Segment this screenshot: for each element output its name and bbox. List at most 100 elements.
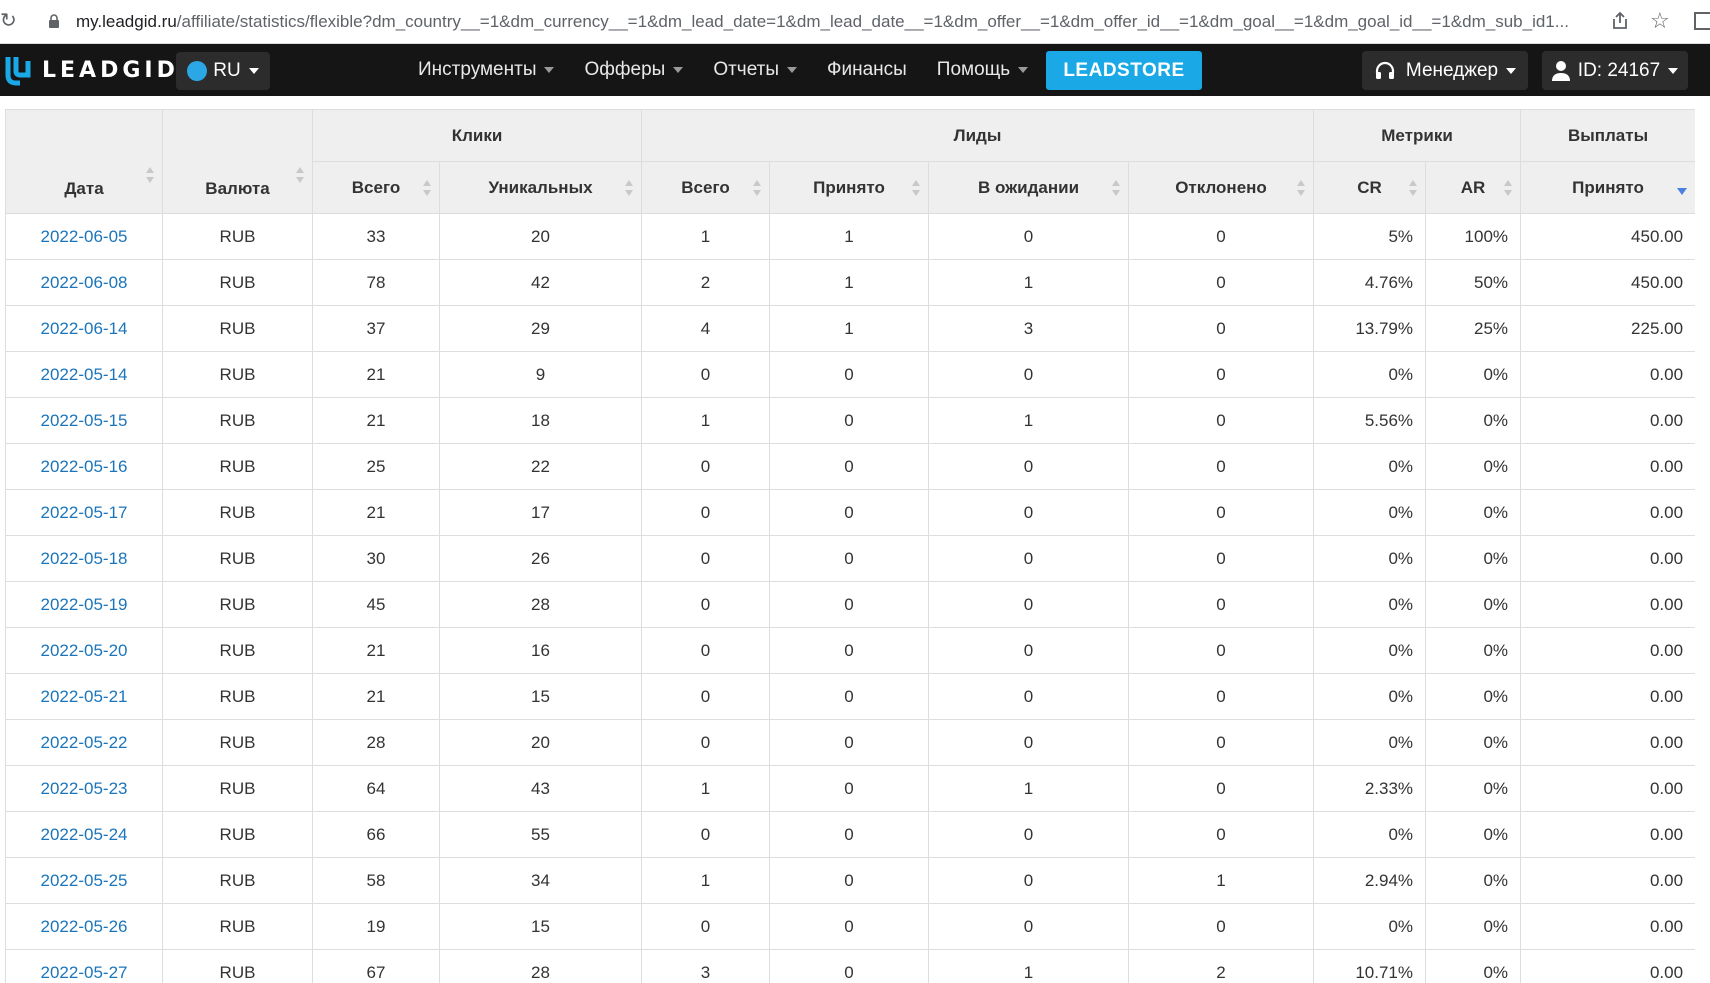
cell-leads-total: 3	[641, 949, 770, 983]
header-leads-pending[interactable]: В ожидании	[928, 161, 1129, 214]
cell-payout-accepted: 0.00	[1520, 627, 1695, 674]
cell-cr: 4.76%	[1313, 259, 1427, 306]
header-cr[interactable]: CR	[1313, 161, 1427, 214]
cell-ar: 0%	[1425, 949, 1522, 983]
menu-item-reports[interactable]: Отчеты	[713, 59, 798, 81]
chevron-down-icon	[1506, 67, 1517, 74]
cell-currency: RUB	[162, 627, 313, 674]
cell-clicks-unique: 28	[439, 949, 642, 983]
cell-cr: 0%	[1313, 627, 1427, 674]
cell-leads-rejected: 0	[1127, 581, 1315, 628]
cell-date: 2022-05-16	[5, 443, 163, 490]
cell-clicks-unique: 22	[439, 443, 642, 490]
date-link[interactable]: 2022-05-21	[41, 687, 128, 706]
date-link[interactable]: 2022-05-14	[41, 365, 128, 384]
language-selector[interactable]: RU	[176, 52, 270, 90]
date-link[interactable]: 2022-06-05	[41, 227, 128, 246]
header-ar[interactable]: AR	[1425, 161, 1522, 214]
cell-currency: RUB	[162, 811, 313, 858]
date-link[interactable]: 2022-06-08	[41, 273, 128, 292]
reload-icon[interactable]: ↻	[0, 10, 17, 32]
menu-item-tools[interactable]: Инструменты	[418, 59, 555, 81]
cell-date: 2022-05-25	[5, 857, 163, 904]
sort-icon	[423, 179, 431, 196]
cell-clicks-total: 33	[312, 213, 440, 260]
cell-currency: RUB	[162, 857, 313, 904]
header-payout-accepted[interactable]: Принято	[1520, 161, 1695, 214]
date-link[interactable]: 2022-06-14	[41, 319, 128, 338]
cell-payout-accepted: 0.00	[1520, 581, 1695, 628]
date-link[interactable]: 2022-05-24	[41, 825, 128, 844]
cell-currency: RUB	[162, 949, 313, 983]
leadstore-button[interactable]: LEADSTORE	[1046, 51, 1202, 90]
header-clicks-total[interactable]: Всего	[312, 161, 440, 214]
header-date[interactable]: Дата	[5, 109, 163, 214]
cell-leads-rejected: 0	[1127, 489, 1315, 536]
cell-clicks-total: 21	[312, 627, 440, 674]
account-button[interactable]: ID: 24167	[1542, 51, 1688, 90]
cell-clicks-unique: 20	[439, 213, 642, 260]
cell-payout-accepted: 0.00	[1520, 719, 1695, 766]
header-clicks-unique[interactable]: Уникальных	[439, 161, 642, 214]
cell-payout-accepted: 0.00	[1520, 443, 1695, 490]
cell-leads-total: 0	[641, 535, 770, 582]
cell-leads-pending: 0	[928, 489, 1129, 536]
menu-item-offers[interactable]: Офферы	[584, 59, 684, 81]
cell-leads-pending: 1	[928, 765, 1129, 812]
menu-item-finance[interactable]: Финансы	[827, 59, 907, 81]
date-link[interactable]: 2022-05-18	[41, 549, 128, 568]
header-currency[interactable]: Валюта	[162, 109, 313, 214]
cell-clicks-total: 21	[312, 351, 440, 398]
menu-item-label: Финансы	[827, 59, 907, 80]
cell-leads-accepted: 0	[769, 627, 929, 674]
header-label: Отклонено	[1175, 177, 1267, 197]
date-link[interactable]: 2022-05-22	[41, 733, 128, 752]
cell-currency: RUB	[162, 489, 313, 536]
url-field[interactable]: my.leadgid.ru/affiliate/statistics/flexi…	[76, 11, 1596, 33]
cell-date: 2022-05-15	[5, 397, 163, 444]
group-header-payouts: Выплаты	[1520, 109, 1695, 162]
sort-desc-icon	[1677, 187, 1688, 195]
date-link[interactable]: 2022-05-27	[41, 963, 128, 982]
cell-leads-total: 0	[641, 581, 770, 628]
date-link[interactable]: 2022-05-19	[41, 595, 128, 614]
cell-clicks-unique: 28	[439, 581, 642, 628]
bookmark-star-icon[interactable]: ☆	[1650, 8, 1670, 34]
top-navbar: LEADGID RU Инструменты Офферы Отчеты Фин…	[0, 44, 1710, 96]
cell-cr: 0%	[1313, 719, 1427, 766]
cell-date: 2022-06-08	[5, 259, 163, 306]
date-link[interactable]: 2022-05-23	[41, 779, 128, 798]
date-link[interactable]: 2022-05-25	[41, 871, 128, 890]
cell-leads-pending: 3	[928, 305, 1129, 352]
table-row: 2022-05-18 RUB 30 26 0 0 0 0 0% 0% 0.00	[5, 535, 1695, 582]
date-link[interactable]: 2022-05-16	[41, 457, 128, 476]
share-icon[interactable]	[1610, 11, 1630, 31]
header-leads-accepted[interactable]: Принято	[769, 161, 929, 214]
cell-leads-pending: 0	[928, 351, 1129, 398]
group-header-leads: Лиды	[640, 109, 1315, 162]
date-link[interactable]: 2022-05-20	[41, 641, 128, 660]
manager-button[interactable]: Менеджер	[1362, 51, 1528, 90]
header-label: Дата	[64, 179, 104, 198]
cell-payout-accepted: 0.00	[1520, 535, 1695, 582]
table-row: 2022-05-24 RUB 66 55 0 0 0 0 0% 0% 0.00	[5, 811, 1695, 858]
cell-payout-accepted: 0.00	[1520, 857, 1695, 904]
header-leads-rejected[interactable]: Отклонено	[1127, 161, 1315, 214]
cell-leads-pending: 0	[928, 535, 1129, 582]
user-icon	[1551, 60, 1570, 81]
cell-leads-total: 0	[641, 903, 770, 950]
cell-leads-accepted: 1	[769, 259, 929, 306]
header-leads-total[interactable]: Всего	[641, 161, 770, 214]
lock-icon[interactable]	[48, 13, 60, 29]
cell-leads-rejected: 0	[1127, 351, 1315, 398]
menu-item-help[interactable]: Помощь	[937, 59, 1029, 81]
leadgid-logo[interactable]: LEADGID	[4, 51, 179, 89]
date-link[interactable]: 2022-05-17	[41, 503, 128, 522]
date-link[interactable]: 2022-05-26	[41, 917, 128, 936]
side-panel-icon[interactable]	[1694, 12, 1710, 30]
table-row: 2022-05-26 RUB 19 15 0 0 0 0 0% 0% 0.00	[5, 903, 1695, 950]
date-link[interactable]: 2022-05-15	[41, 411, 128, 430]
cell-leads-accepted: 0	[769, 489, 929, 536]
cell-leads-total: 1	[641, 765, 770, 812]
cell-payout-accepted: 0.00	[1520, 397, 1695, 444]
